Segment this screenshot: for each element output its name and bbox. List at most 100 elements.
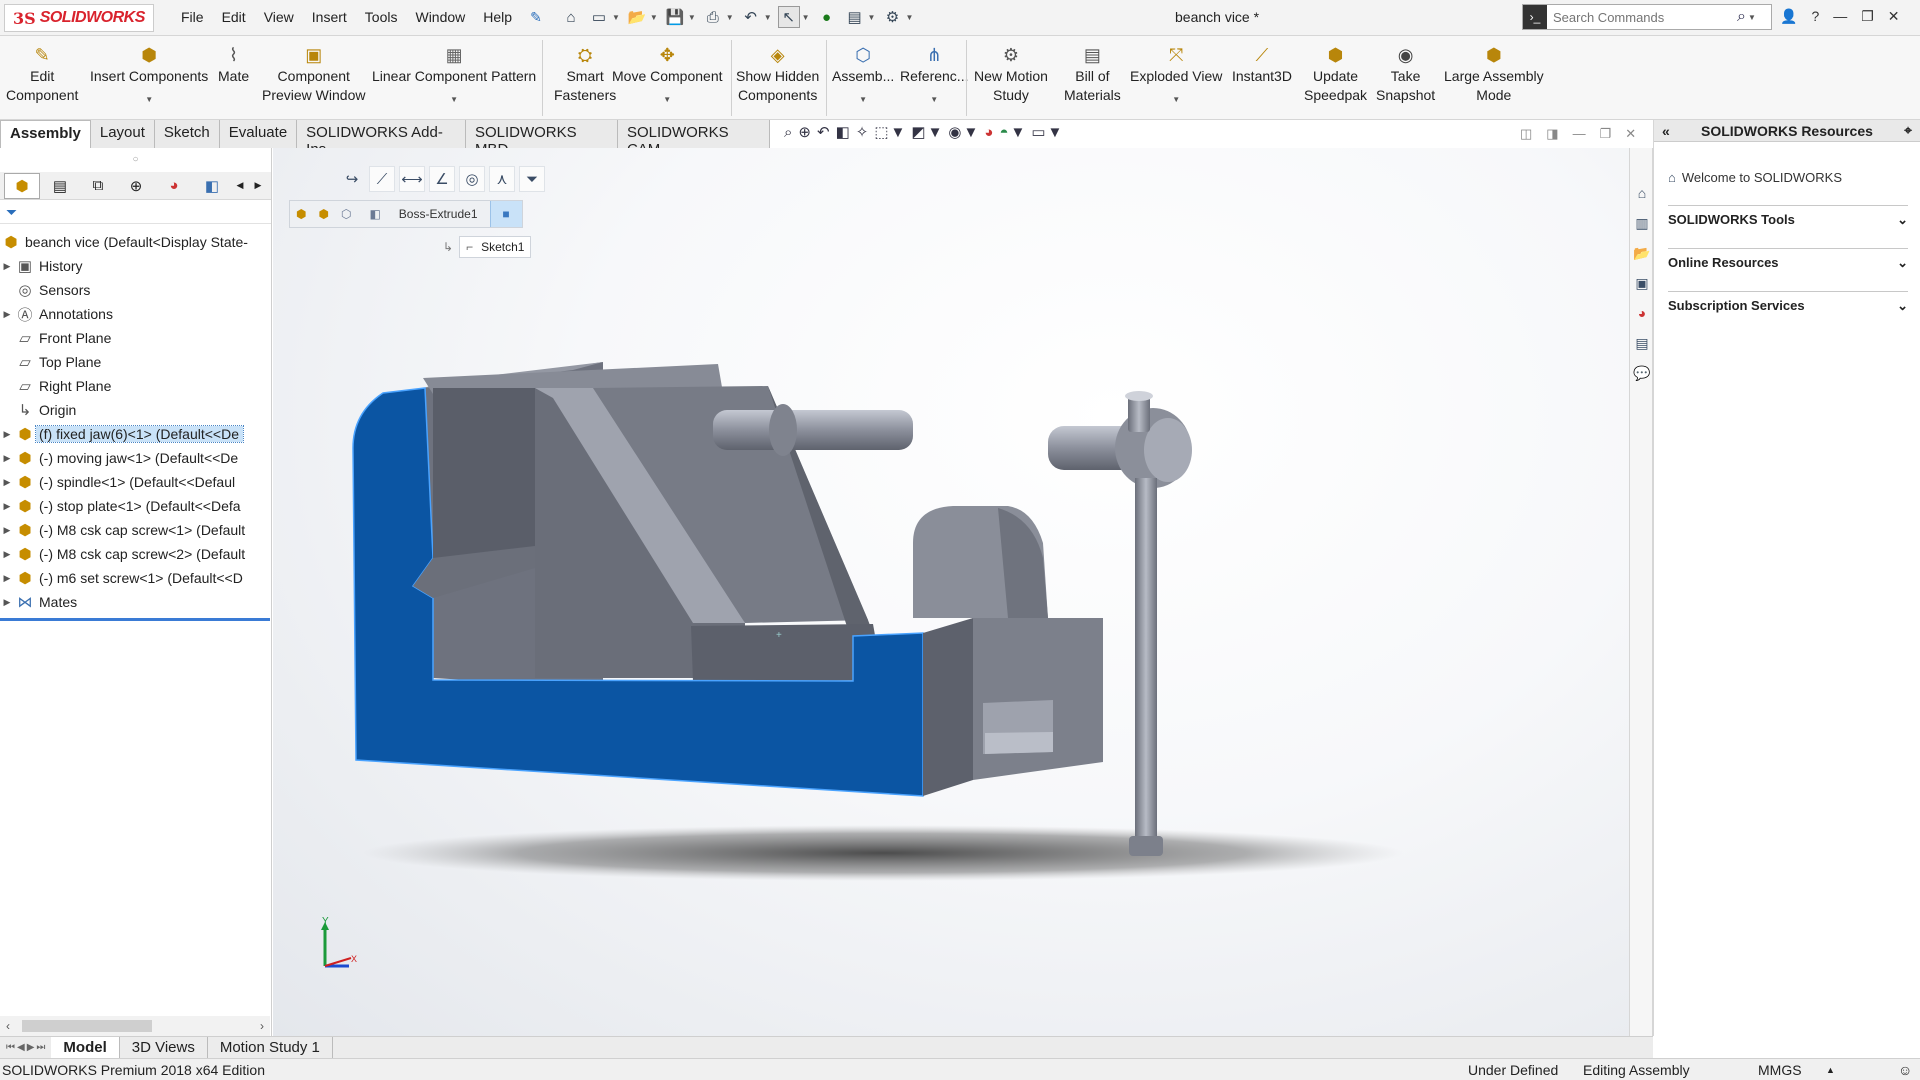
update-speedpak-button[interactable]: ⬢ Update Speedpak <box>1304 44 1367 105</box>
chevron-down-icon[interactable]: ▼ <box>688 13 696 22</box>
chevron-down-icon[interactable]: ▼ <box>859 96 867 104</box>
chevron-down-icon[interactable]: ▼ <box>612 13 620 22</box>
close-icon[interactable]: ✕ <box>1888 8 1900 25</box>
user-icon[interactable]: 👤 <box>1780 8 1797 25</box>
tree-item-sensors[interactable]: ◎ Sensors <box>0 278 271 302</box>
select-cursor-icon[interactable]: ↖ <box>777 6 800 28</box>
expand-arrow-icon[interactable]: ▶ <box>0 477 14 488</box>
expand-arrow-icon[interactable]: ▶ <box>0 549 14 560</box>
bench-vice-model[interactable]: + <box>273 148 1629 1036</box>
display-style-icon[interactable]: ◩ <box>911 123 925 141</box>
tree-filter-icon[interactable]: ⏷ <box>0 200 271 224</box>
instant3d-button[interactable]: ⟋ Instant3D <box>1232 44 1292 86</box>
bill-of-materials-button[interactable]: ▤ Bill of Materials <box>1064 44 1121 105</box>
expand-arrow-icon[interactable]: ▶ <box>0 525 14 536</box>
tree-item-root[interactable]: ⬢ beanch vice (Default<Display State- <box>0 230 271 254</box>
linear-component-pattern-button[interactable]: ▦ Linear Component Pattern ▼ <box>372 44 536 104</box>
expand-arrow-icon[interactable]: ▶ <box>0 309 14 320</box>
expand-arrow-icon[interactable]: ▶ <box>0 597 14 608</box>
insert-components-button[interactable]: ⬢ Insert Components ▼ <box>90 44 208 104</box>
menu-view[interactable]: View <box>255 9 303 26</box>
save-icon[interactable]: 💾 <box>664 6 686 28</box>
chevron-down-icon[interactable]: ▼ <box>964 124 979 141</box>
tree-item-stop-plate[interactable]: ▶ ⬢ (-) stop plate<1> (Default<<Defa <box>0 494 271 518</box>
chevron-down-icon[interactable]: ▼ <box>1048 124 1063 141</box>
pin-icon[interactable]: ⌖ <box>1904 122 1912 139</box>
menu-insert[interactable]: Insert <box>303 9 356 26</box>
concentric-icon[interactable]: ◎ <box>459 166 485 192</box>
chevron-down-icon[interactable]: ▼ <box>930 96 938 104</box>
breadcrumb-face-icon[interactable]: ■ <box>489 201 522 227</box>
search-commands[interactable]: ›_ ⌕ ▼ <box>1522 4 1772 30</box>
chevron-down-icon[interactable]: ▼ <box>928 124 943 141</box>
chevron-down-icon[interactable]: ▼ <box>905 13 913 22</box>
minimize-icon[interactable]: — <box>1833 8 1847 25</box>
undo-icon[interactable]: ↶ <box>740 6 762 28</box>
tree-item-spindle[interactable]: ▶ ⬢ (-) spindle<1> (Default<<Defaul <box>0 470 271 494</box>
apply-scene-icon[interactable]: ◓ <box>999 124 1008 141</box>
tab-assembly[interactable]: Assembly <box>0 120 91 148</box>
home-icon[interactable]: ⌂ <box>560 6 582 28</box>
chevron-down-icon[interactable]: ▼ <box>726 13 734 22</box>
tree-item-m6-set-screw[interactable]: ▶ ⬢ (-) m6 set screw<1> (Default<<D <box>0 566 271 590</box>
tab-cam[interactable]: SOLIDWORKS CAM <box>618 120 770 158</box>
feature-manager-tab-icon[interactable]: ⬢ <box>4 172 40 199</box>
home-icon[interactable]: ⌂ <box>1630 178 1654 208</box>
menu-edit[interactable]: Edit <box>213 9 255 26</box>
distance-icon[interactable]: ⟷ <box>399 166 425 192</box>
help-icon[interactable]: ? <box>1811 8 1819 25</box>
exploded-view-button[interactable]: ⤧ Exploded View ▼ <box>1130 44 1222 104</box>
chevron-down-icon[interactable]: ▼ <box>802 13 810 22</box>
zoom-to-area-icon[interactable]: ⊕ <box>798 123 811 141</box>
mate-button[interactable]: ⌇ Mate <box>218 44 249 86</box>
breadcrumb-component-icon[interactable]: ⬢ <box>312 201 334 227</box>
tab-3d-views[interactable]: 3D Views <box>120 1037 208 1058</box>
breadcrumb-assembly-icon[interactable]: ⬢ <box>290 201 312 227</box>
section-view-icon[interactable]: ◧ <box>836 123 850 141</box>
expand-arrow-icon[interactable]: ▶ <box>0 573 14 584</box>
pin-icon[interactable]: ✎ <box>521 9 551 26</box>
take-snapshot-button[interactable]: ◉ Take Snapshot <box>1376 44 1435 105</box>
scroll-left-icon[interactable]: ‹ <box>0 1019 10 1033</box>
expand-arrow-icon[interactable]: ▶ <box>0 453 14 464</box>
expand-arrow-icon[interactable]: ▶ <box>0 429 14 440</box>
last-tab-icon[interactable]: ⏭ <box>36 1042 45 1053</box>
new-motion-study-button[interactable]: ⚙ New Motion Study <box>974 44 1048 105</box>
tile-horizontal-icon[interactable]: ◫ <box>1520 126 1532 142</box>
pin-icon[interactable]: ↪ <box>339 166 365 192</box>
menu-window[interactable]: Window <box>406 9 474 26</box>
chevron-down-icon[interactable]: ▼ <box>764 13 772 22</box>
first-tab-icon[interactable]: ⏮ <box>6 1042 15 1053</box>
traffic-light-icon[interactable]: ● <box>816 6 838 28</box>
appearances-icon[interactable]: ◕ <box>1630 298 1654 328</box>
tree-item-front-plane[interactable]: ▱ Front Plane <box>0 326 271 350</box>
new-document-icon[interactable]: ▭ <box>588 6 610 28</box>
cam-manager-tab-icon[interactable]: ◧ <box>194 173 230 199</box>
edit-component-button[interactable]: ✎ Edit Component <box>6 44 78 105</box>
quick-tips-icon[interactable]: ☺ <box>1898 1062 1912 1078</box>
menu-help[interactable]: Help <box>474 9 521 26</box>
tree-item-annotations[interactable]: ▶ Ⓐ Annotations <box>0 302 271 326</box>
search-input[interactable] <box>1547 9 1737 25</box>
property-manager-tab-icon[interactable]: ▤ <box>42 173 78 199</box>
move-component-button[interactable]: ✥ Move Component ▼ <box>612 44 723 104</box>
forum-icon[interactable]: 💬 <box>1630 358 1654 388</box>
tab-mbd[interactable]: SOLIDWORKS MBD <box>466 120 618 158</box>
tree-item-m8-screw-1[interactable]: ▶ ⬢ (-) M8 csk cap screw<1> (Default <box>0 518 271 542</box>
dynamic-annotation-icon[interactable]: ✧ <box>856 123 869 141</box>
chevron-down-icon[interactable]: ▼ <box>650 13 658 22</box>
scroll-left-icon[interactable]: ◀ <box>232 173 248 199</box>
search-icon[interactable]: ⌕ <box>1737 8 1746 26</box>
component-preview-window-button[interactable]: ▣ Component Preview Window <box>262 44 365 105</box>
rollback-bar[interactable] <box>0 618 270 621</box>
view-palette-icon[interactable]: ▣ <box>1630 268 1654 298</box>
tab-addins[interactable]: SOLIDWORKS Add-Ins <box>297 120 466 158</box>
breadcrumb-feature[interactable]: ◧ Boss-Extrude1 <box>357 201 489 227</box>
graphics-area[interactable]: + ↪ ⟋ ⟷ ∠ ◎ ⋏ ⏷ ⬢ ⬢ ⬡ ◧ Boss-Extrude1 ■ ↳… <box>273 148 1629 1036</box>
zoom-to-fit-icon[interactable]: ⌕ <box>784 124 792 141</box>
reference-geometry-button[interactable]: ⋔ Referenc... ▼ <box>900 44 968 104</box>
tab-layout[interactable]: Layout <box>91 120 155 148</box>
scroll-right-icon[interactable]: › <box>260 1019 264 1033</box>
hide-show-items-icon[interactable]: ◉ <box>948 123 961 141</box>
scrollbar-thumb[interactable] <box>22 1020 152 1032</box>
